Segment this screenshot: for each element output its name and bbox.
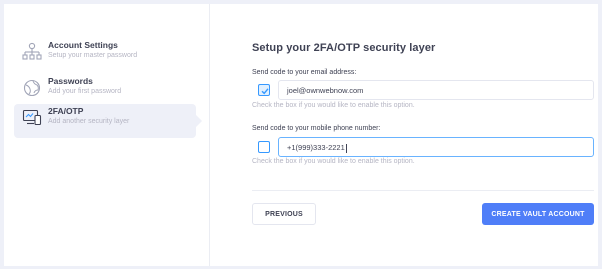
step-title: Passwords (48, 76, 93, 86)
wizard-card: Account Settings Setup your master passw… (4, 4, 598, 266)
step-subtitle: Add another security layer (48, 118, 130, 125)
phone-label: Send code to your mobile phone number: (252, 125, 381, 132)
email-hint: Check the box if you would like to enabl… (252, 102, 415, 109)
step-passwords[interactable]: Passwords Add your first password (14, 74, 194, 108)
active-step-arrow (196, 115, 202, 127)
step-subtitle: Add your first password (48, 88, 122, 95)
previous-button[interactable]: PREVIOUS (252, 203, 316, 225)
create-vault-account-button[interactable]: CREATE VAULT ACCOUNT (482, 203, 594, 225)
step-title: 2FA/OTP (48, 106, 84, 116)
devices-icon (22, 108, 42, 128)
email-checkbox[interactable] (258, 84, 270, 96)
divider (252, 190, 594, 191)
text-caret (345, 143, 347, 153)
step-account-settings[interactable]: Account Settings Setup your master passw… (14, 38, 194, 72)
step-2fa-otp[interactable]: 2FA/OTP Add another security layer (14, 104, 202, 138)
network-icon (22, 42, 42, 62)
step-title: Account Settings (48, 40, 118, 50)
page-title: Setup your 2FA/OTP security layer (252, 42, 436, 54)
step-subtitle: Setup your master password (48, 52, 138, 59)
phone-field[interactable]: +1(999)333-2221 (278, 137, 594, 157)
check-icon (261, 88, 269, 95)
phone-checkbox[interactable] (258, 141, 270, 153)
wizard-steps-sidebar: Account Settings Setup your master passw… (4, 4, 210, 266)
email-label: Send code to your email address: (252, 69, 357, 76)
email-field-value: joel@ownwebnow.com (287, 86, 364, 95)
globe-icon (22, 78, 42, 98)
email-field[interactable]: joel@ownwebnow.com (278, 80, 594, 100)
phone-field-value: +1(999)333-2221 (287, 143, 345, 152)
phone-hint: Check the box if you would like to enabl… (252, 158, 415, 165)
step-content: Setup your 2FA/OTP security layer Send c… (210, 4, 598, 266)
